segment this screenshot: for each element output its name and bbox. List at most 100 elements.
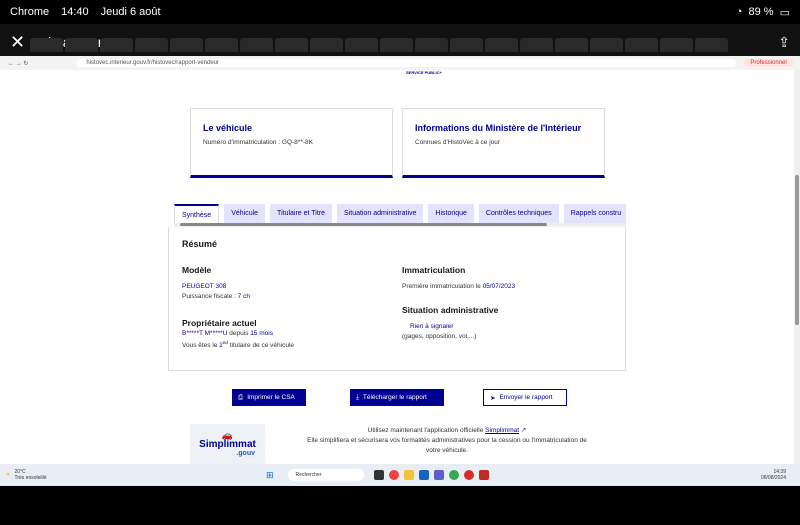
fiscal-label: Puissance fiscale : <box>182 293 236 300</box>
promo-line1: Utilisez maintenant l'application offici… <box>367 427 484 434</box>
ministry-card-text: Connues d'HistoVec à ce jour <box>415 139 501 146</box>
simplimmat-logo[interactable]: 🚗 Simplimmat .gouv <box>190 424 265 464</box>
print-icon: ⎙ <box>238 393 244 401</box>
service-public-logo: SERVICE PUBLIC+ <box>406 70 442 75</box>
weather-widget[interactable]: ☀ 20°C Très ensoleillé <box>6 469 266 481</box>
browser-tab[interactable] <box>30 38 63 52</box>
situation-heading: Situation administrative <box>402 305 499 315</box>
browser-tab[interactable] <box>555 38 588 52</box>
tab-historique[interactable]: Historique <box>428 204 474 224</box>
chrome-alt-icon[interactable] <box>448 470 459 480</box>
browser-tab[interactable] <box>625 38 658 52</box>
status-date: Jeudi 6 août <box>100 6 161 18</box>
windows-start-icon[interactable]: ⊞ <box>266 470 274 481</box>
sun-icon: ☀ <box>6 472 11 478</box>
modele-heading: Modèle <box>182 265 212 275</box>
download-report-label: Télécharger le rapport <box>362 394 427 401</box>
resume-title: Résumé <box>182 239 218 249</box>
taskview-icon[interactable] <box>373 470 384 480</box>
send-report-label: Envoyer le rapport <box>499 394 553 401</box>
browser-tab[interactable] <box>450 38 483 52</box>
back-app-label[interactable]: Chrome <box>10 6 49 18</box>
battery-icon: ▭ <box>779 6 790 19</box>
weather-desc: Très ensoleillé <box>14 475 47 481</box>
ios-status-bar: Chrome 14:40 Jeudi 6 août ◔ 89 % ▭ <box>0 0 800 24</box>
profile-badge[interactable]: Professionnel <box>744 59 793 67</box>
wifi-icon: ◔ <box>735 6 743 18</box>
send-report-button[interactable]: ➤ Envoyer le rapport <box>483 389 567 406</box>
synthese-panel: Résumé Modèle PEUGEOT 308 Puissance fisc… <box>168 227 626 371</box>
address-bar: ← → ↻ histovec.interieur.gouv.fr/histove… <box>0 56 800 70</box>
tab-rappels[interactable]: Rappels constru <box>563 204 626 224</box>
ios-bottom-area <box>0 486 800 525</box>
opera-icon[interactable] <box>463 470 474 480</box>
situation-status: Rien à signaler <box>410 323 454 330</box>
browser-tab[interactable] <box>100 38 133 52</box>
immatriculation-section: Immatriculation Première immatriculation… <box>402 265 515 293</box>
browser-tab[interactable] <box>415 38 448 52</box>
browser-tab[interactable] <box>170 38 203 52</box>
browser-tab[interactable] <box>590 38 623 52</box>
battery-percent: 89 % <box>748 6 774 18</box>
immat-date: 05/07/2023 <box>482 283 516 290</box>
tab-vehicule[interactable]: Véhicule <box>224 204 266 224</box>
browser-tab[interactable] <box>275 38 308 52</box>
proprietaire-heading: Propriétaire actuel <box>182 318 257 328</box>
print-csa-button[interactable]: ⎙ Imprimer le CSA <box>232 389 306 406</box>
chrome-icon[interactable] <box>388 470 399 480</box>
simplimmat-logo-text: Simplimmat <box>199 439 256 450</box>
promo-line2: Elle simplifiera et sécurisera vos forma… <box>307 437 587 445</box>
browser-tab[interactable] <box>135 38 168 52</box>
immat-heading: Immatriculation <box>402 265 466 275</box>
nav-arrows-icon[interactable]: ← → ↻ <box>8 60 28 67</box>
browser-tab-strip <box>0 38 800 56</box>
acrobat-icon[interactable] <box>478 470 489 480</box>
promo-line3: votre véhicule. <box>426 447 468 455</box>
page-scrollbar-thumb[interactable] <box>795 175 799 325</box>
report-tabs: Synthèse Véhicule Titulaire et Titre Sit… <box>174 204 626 224</box>
ministry-card: Informations du Ministère de l'Intérieur… <box>402 108 605 178</box>
send-icon: ➤ <box>490 394 496 402</box>
browser-tab[interactable] <box>380 38 413 52</box>
rank-prefix: Vous êtes le <box>182 342 218 350</box>
windows-taskbar: ☀ 20°C Très ensoleillé ⊞ Rechercher 14:3… <box>0 464 800 486</box>
url-field[interactable]: histovec.interieur.gouv.fr/histovec/rapp… <box>76 59 737 67</box>
tabs-scrollbar-thumb[interactable] <box>180 223 547 226</box>
vehicle-card: Le véhicule Numéro d'immatriculation : G… <box>190 108 393 178</box>
simplimmat-promo: Utilisez maintenant l'application offici… <box>282 426 612 456</box>
tab-titulaire[interactable]: Titulaire et Titre <box>270 204 333 224</box>
status-time: 14:40 <box>61 6 89 18</box>
rank-sup: nd <box>222 340 228 345</box>
simplimmat-link[interactable]: Simplimmat <box>485 427 519 434</box>
teams-icon[interactable] <box>433 470 444 480</box>
immat-label: Première immatriculation le <box>402 283 481 290</box>
browser-tab[interactable] <box>65 38 98 52</box>
ministry-card-title: Informations du Ministère de l'Intérieur <box>415 123 582 133</box>
browser-tab[interactable] <box>240 38 273 52</box>
web-page: SERVICE PUBLIC+ Le véhicule Numéro d'imm… <box>0 70 800 464</box>
taskbar-clock[interactable]: 14:39 06/08/2024 <box>761 469 786 482</box>
situation-detail: (gages, opposition, vol,...) <box>402 333 477 340</box>
situation-section: Situation administrative Rien à signaler… <box>402 305 498 343</box>
browser-tab[interactable] <box>345 38 378 52</box>
browser-tab[interactable] <box>310 38 343 52</box>
download-report-button[interactable]: ⤓ Télécharger le rapport <box>350 389 444 406</box>
tab-synthese[interactable]: Synthèse <box>174 204 220 224</box>
browser-tab[interactable] <box>485 38 518 52</box>
tab-controles[interactable]: Contrôles techniques <box>478 204 559 224</box>
browser-tab[interactable] <box>695 38 728 52</box>
browser-tab[interactable] <box>205 38 238 52</box>
taskbar-apps <box>373 470 489 480</box>
download-icon: ⤓ <box>356 393 359 401</box>
browser-tab[interactable] <box>660 38 693 52</box>
modele-name: PEUGEOT 308 <box>182 283 227 290</box>
tab-situation[interactable]: Situation administrative <box>337 204 424 224</box>
explorer-icon[interactable] <box>403 470 414 480</box>
taskbar-search[interactable]: Rechercher <box>287 469 364 481</box>
page-scrollbar[interactable] <box>794 70 800 464</box>
browser-tab[interactable] <box>520 38 553 52</box>
since-label: depuis <box>229 330 249 337</box>
proprietaire-section: Propriétaire actuel B*****T M*****U depu… <box>182 318 294 352</box>
since-value: 15 mois <box>250 330 273 337</box>
outlook-icon[interactable] <box>418 470 429 480</box>
